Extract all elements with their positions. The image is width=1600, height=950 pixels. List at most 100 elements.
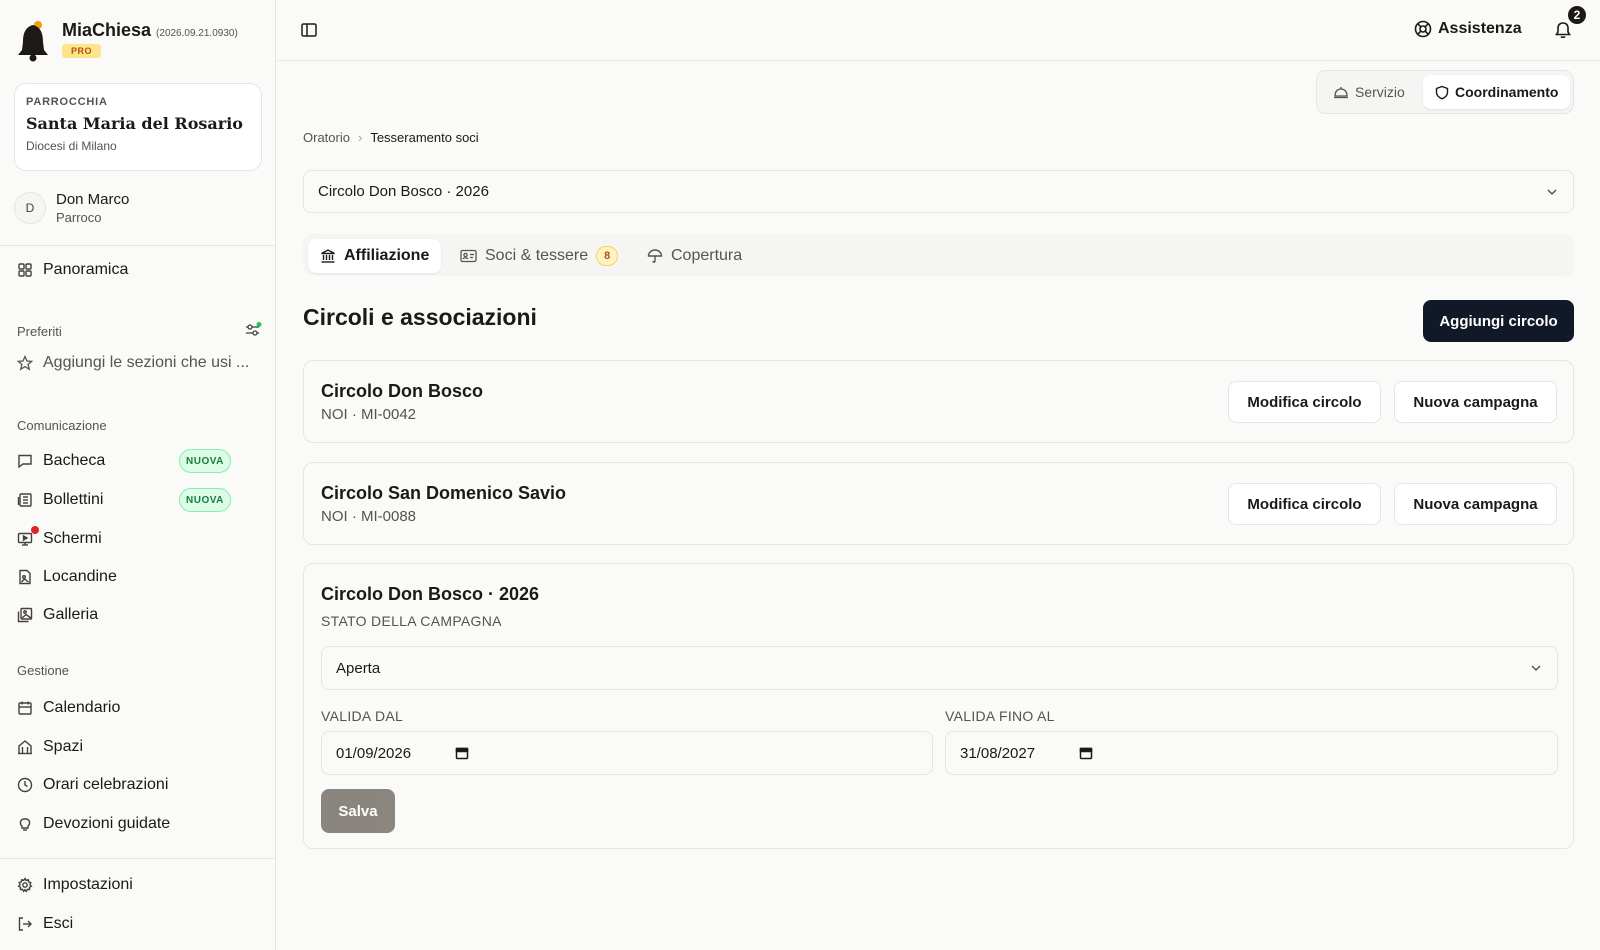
sidebar-item-label: Esci (43, 915, 74, 932)
app-version: (2026.09.21.0930) (156, 28, 238, 39)
sidebar-item-esci[interactable]: Esci (17, 913, 73, 935)
new-badge: NUOVA (179, 449, 231, 473)
sidebar-item-impostazioni[interactable]: Impostazioni (17, 874, 133, 896)
umbrella-icon (647, 249, 663, 263)
sidebar-item-label: Orari celebrazioni (43, 776, 169, 793)
breadcrumb: Oratorio › Tesseramento soci (303, 130, 479, 145)
edit-circle-button[interactable]: Modifica circolo (1228, 381, 1381, 423)
tab-affiliazione[interactable]: Affiliazione (308, 239, 442, 273)
tab-soci-tessere[interactable]: Soci & tessere 8 (448, 239, 630, 273)
mode-coordination-button[interactable]: Coordinamento (1423, 75, 1571, 109)
campaign-select[interactable]: Circolo Don Bosco · 2026 (303, 170, 1574, 213)
sidebar-item-schermi[interactable]: Schermi (17, 528, 102, 550)
calendar-icon[interactable] (455, 746, 469, 760)
sidebar-divider (0, 245, 276, 246)
new-campaign-button[interactable]: Nuova campagna (1394, 483, 1557, 525)
tab-label: Affiliazione (344, 247, 430, 264)
mode-service-button[interactable]: Servizio (1321, 75, 1417, 109)
breadcrumb-parent[interactable]: Oratorio (303, 130, 350, 145)
parish-diocese: Diocesi di Milano (26, 139, 117, 153)
app-name: MiaChiesa (62, 20, 152, 40)
file-image-icon (17, 569, 33, 585)
sidebar-item-label: Bacheca (43, 452, 106, 469)
chevron-down-icon (1547, 188, 1557, 195)
tab-count-badge: 8 (596, 246, 619, 266)
chevron-right-icon: › (357, 130, 363, 145)
parish-name: Santa Maria del Rosario (26, 114, 243, 133)
breadcrumb-current: Tesseramento soci (370, 130, 479, 145)
notification-dot (31, 526, 39, 534)
mode-switch: Servizio Coordinamento (1316, 70, 1574, 114)
sidebar-divider (0, 858, 276, 859)
tab-label: Copertura (671, 247, 743, 264)
pro-badge: PRO (62, 44, 102, 58)
sidebar-item-panoramica[interactable]: Panoramica (17, 259, 128, 281)
star-icon (17, 355, 33, 371)
calendar-icon[interactable] (1079, 746, 1093, 760)
management-label: Gestione (17, 663, 70, 678)
valid-from-input[interactable]: 01/09/2026 (321, 731, 933, 775)
campaign-card: Circolo Don Bosco · 2026 STATO DELLA CAM… (303, 563, 1574, 849)
new-campaign-button[interactable]: Nuova campagna (1394, 381, 1557, 423)
parish-card[interactable]: PARROCCHIA Santa Maria del Rosario Dioce… (14, 83, 262, 171)
favorites-placeholder: Aggiungi le sezioni che usi ... (43, 354, 250, 371)
user-profile[interactable]: D Don Marco Parroco (14, 191, 129, 225)
landmark-icon (321, 249, 335, 263)
favorites-settings-icon[interactable] (245, 322, 263, 338)
id-card-icon (460, 249, 477, 263)
tabs: Affiliazione Soci & tessere 8 Copertura (303, 234, 1574, 276)
circle-name: Circolo San Domenico Savio (321, 483, 567, 503)
sidebar-item-label: Locandine (43, 568, 117, 585)
sidebar-item-devozioni[interactable]: Devozioni guidate (17, 813, 170, 835)
sidebar-item-label: Calendario (43, 699, 121, 716)
sidebar-toggle-icon[interactable] (300, 21, 318, 39)
brand[interactable]: MiaChiesa (2026.09.21.0930) PRO (16, 20, 238, 62)
calendar-icon (17, 700, 33, 716)
tab-copertura[interactable]: Copertura (635, 239, 754, 273)
valid-to-input[interactable]: 31/08/2027 (945, 731, 1558, 775)
lifebuoy-icon (1414, 20, 1432, 38)
section-title: Circoli e associazioni (303, 304, 537, 330)
favorites-label: Preferiti (17, 324, 62, 339)
sidebar-item-calendario[interactable]: Calendario (17, 697, 120, 719)
topbar: Assistenza 2 (277, 0, 1600, 61)
sidebar-item-label: Galleria (43, 606, 99, 623)
shield-icon (1435, 85, 1449, 100)
save-button[interactable]: Salva (321, 789, 395, 833)
parish-kicker: PARROCCHIA (26, 96, 108, 108)
communication-label: Comunicazione (17, 418, 107, 433)
new-badge: NUOVA (179, 488, 231, 512)
church-building-icon (17, 739, 33, 755)
user-role: Parroco (56, 210, 102, 225)
assist-label: Assistenza (1438, 20, 1522, 37)
edit-circle-button[interactable]: Modifica circolo (1228, 483, 1381, 525)
monitor-icon (17, 531, 33, 547)
valid-from-label: VALIDA DAL (321, 708, 404, 724)
user-name: Don Marco (56, 191, 130, 208)
message-square-icon (17, 453, 33, 469)
circle-code: NOI · MI-0088 (321, 508, 417, 525)
add-circle-button[interactable]: Aggiungi circolo (1423, 300, 1574, 342)
valid-to-value: 31/08/2027 (960, 744, 1036, 762)
favorites-empty-hint[interactable]: Aggiungi le sezioni che usi ... (17, 352, 249, 374)
sidebar-item-bollettini[interactable]: Bollettini (17, 489, 103, 511)
valid-to-label: VALIDA FINO AL (945, 708, 1055, 724)
images-icon (17, 607, 33, 623)
sidebar-item-label: Impostazioni (43, 876, 133, 893)
sidebar-item-locandine[interactable]: Locandine (17, 566, 117, 588)
sidebar-item-orari[interactable]: Orari celebrazioni (17, 774, 168, 796)
sidebar-item-label: Devozioni guidate (43, 815, 171, 832)
circle-name: Circolo Don Bosco (321, 381, 484, 401)
valid-from-value: 01/09/2026 (336, 744, 412, 762)
sidebar-item-spazi[interactable]: Spazi (17, 736, 83, 758)
sidebar-item-bacheca[interactable]: Bacheca (17, 450, 105, 472)
bell-logo-icon (18, 21, 48, 62)
grid-icon (17, 262, 33, 278)
gear-icon (17, 877, 33, 893)
circle-card: Circolo Don Bosco NOI · MI-0042 Modifica… (303, 360, 1574, 443)
tab-label: Soci & tessere (485, 247, 589, 264)
sidebar-item-galleria[interactable]: Galleria (17, 604, 98, 626)
assist-button[interactable]: Assistenza (1414, 20, 1522, 38)
campaign-status-select[interactable]: Aperta (321, 646, 1558, 690)
lightbulb-icon (17, 816, 33, 832)
